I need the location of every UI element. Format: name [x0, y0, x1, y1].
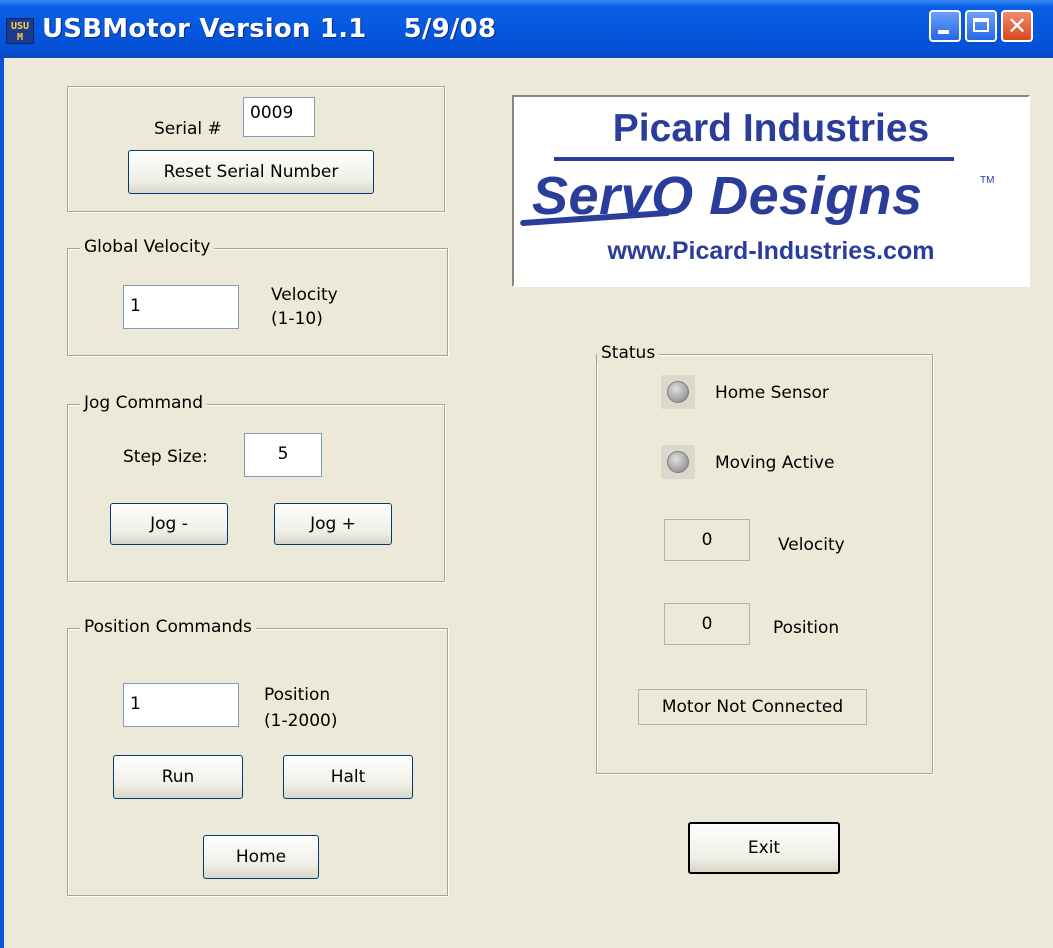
position-input[interactable]: 1: [123, 683, 239, 727]
home-sensor-label: Home Sensor: [715, 383, 829, 403]
app-icon: USU M: [6, 18, 34, 44]
close-icon: ✕: [1006, 12, 1028, 40]
run-button[interactable]: Run: [113, 755, 243, 799]
jog-command-legend: Jog Command: [80, 393, 207, 413]
home-button[interactable]: Home: [203, 835, 319, 879]
minimize-icon: [938, 30, 949, 34]
moving-active-label: Moving Active: [715, 453, 835, 473]
velocity-range-label: (1-10): [271, 309, 323, 329]
position-range-label: (1-2000): [264, 711, 338, 731]
logo-trademark: TM: [980, 175, 995, 186]
window-title: USBMotor Version 1.1 5/9/08: [42, 14, 497, 44]
halt-button[interactable]: Halt: [283, 755, 413, 799]
logo-url: www.Picard-Industries.com: [607, 237, 935, 265]
jog-plus-button[interactable]: Jog +: [274, 503, 392, 545]
window-frame: [0, 58, 4, 948]
home-sensor-indicator: [661, 375, 695, 409]
velocity-label: Velocity: [271, 285, 338, 305]
minimize-button[interactable]: [929, 10, 961, 42]
serial-number-field[interactable]: 0009: [243, 97, 315, 137]
position-commands-legend: Position Commands: [80, 617, 256, 637]
global-velocity-legend: Global Velocity: [80, 237, 215, 257]
position-label: Position: [264, 685, 331, 705]
logo-underline: [554, 157, 954, 161]
status-position-label: Position: [773, 618, 840, 638]
status-velocity-label: Velocity: [778, 535, 845, 555]
global-velocity-group: Global Velocity 1 Velocity (1-10): [67, 237, 448, 356]
moving-active-indicator: [661, 445, 695, 479]
jog-minus-button[interactable]: Jog -: [110, 503, 228, 545]
step-size-input[interactable]: 5: [244, 433, 322, 477]
position-commands-group: Position Commands 1 Position (1-2000) Ru…: [67, 617, 448, 896]
maximize-button[interactable]: [965, 10, 997, 42]
status-legend: Status: [597, 343, 660, 363]
connection-status: Motor Not Connected: [638, 689, 867, 725]
status-group: Status Home Sensor Moving Active 0 Veloc…: [596, 343, 933, 774]
maximize-icon: [973, 18, 989, 32]
velocity-readout: 0: [664, 519, 750, 561]
velocity-input[interactable]: 1: [123, 285, 239, 329]
reset-serial-number-button[interactable]: Reset Serial Number: [128, 150, 374, 194]
close-button[interactable]: ✕: [1001, 10, 1033, 42]
serial-label: Serial #: [154, 119, 222, 139]
logo-company-name: Picard Industries: [612, 107, 930, 150]
step-size-label: Step Size:: [123, 447, 208, 467]
exit-button[interactable]: Exit: [688, 822, 840, 874]
jog-command-group: Jog Command Step Size: 5 Jog - Jog +: [67, 393, 445, 582]
position-readout: 0: [664, 603, 750, 645]
serial-group: Serial # 0009 Reset Serial Number: [67, 86, 445, 212]
company-logo: Picard Industries ServO Designs TM www.P…: [512, 95, 1030, 287]
indicator-led-icon: [667, 381, 689, 403]
indicator-led-icon: [667, 451, 689, 473]
title-bar[interactable]: USU M USBMotor Version 1.1 5/9/08 ✕: [0, 0, 1053, 58]
